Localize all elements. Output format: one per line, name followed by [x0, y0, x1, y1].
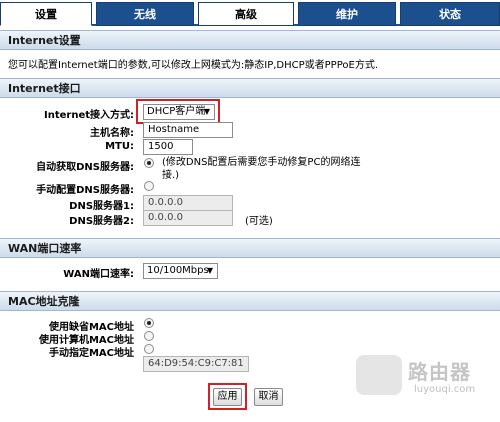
auto-dns-note: (修改DNS配置后需要您手动修复PC的网络连接.): [162, 157, 361, 181]
manual-dns-radio[interactable]: [144, 181, 154, 191]
tab-status[interactable]: 状态: [400, 2, 500, 26]
default-mac-radio[interactable]: [144, 318, 154, 328]
wan-speed-value: 10/100Mbps: [147, 265, 209, 276]
manual-mac-radio[interactable]: [144, 344, 154, 354]
manual-mac-input[interactable]: 64:D9:54:C9:C7:81: [143, 356, 249, 372]
chevron-down-icon: ▼: [206, 266, 213, 275]
mtu-label: MTU:: [105, 141, 134, 152]
internet-port-header: Internet接口: [0, 78, 500, 98]
dns1-input[interactable]: 0.0.0.0: [143, 195, 233, 211]
dns1-label: DNS服务器1:: [69, 201, 134, 212]
dns2-label: DNS服务器2:: [69, 216, 134, 227]
mac-clone-header: MAC地址克隆: [0, 291, 500, 311]
dns2-input[interactable]: 0.0.0.0: [143, 210, 233, 226]
apply-button[interactable]: 应用: [213, 388, 242, 406]
watermark-text: 路由器: [408, 360, 471, 384]
auto-dns-label: 自动获取DNS服务器:: [36, 162, 134, 173]
wan-speed-select[interactable]: 10/100Mbps ▼: [143, 263, 218, 279]
tab-wireless[interactable]: 无线: [96, 2, 194, 26]
computer-mac-radio[interactable]: [144, 331, 154, 341]
hostname-input[interactable]: Hostname: [143, 122, 233, 138]
mtu-input[interactable]: 1500: [143, 139, 193, 155]
router-logo-icon: [356, 355, 402, 395]
internet-settings-description: 您可以配置Internet端口的参数,可以修改上网模式为:静态IP,DHCP或者…: [8, 60, 378, 71]
manual-dns-label: 手动配置DNS服务器:: [36, 185, 134, 196]
wan-speed-header: WAN端口速率: [0, 238, 500, 258]
tab-advanced[interactable]: 高级: [198, 2, 294, 26]
internet-settings-header: Internet设置: [0, 30, 500, 50]
auto-dns-radio[interactable]: [144, 158, 154, 168]
tab-maintenance[interactable]: 维护: [298, 2, 396, 26]
tab-settings[interactable]: 设置: [0, 2, 92, 26]
wan-speed-label: WAN端口速率:: [63, 269, 134, 280]
manual-mac-label: 手动指定MAC地址: [48, 348, 134, 359]
dns2-optional-note: (可选): [245, 216, 273, 227]
hostname-label: 主机名称:: [90, 128, 134, 139]
top-tab-bar: 设置 无线 高级 维护 状态: [0, 0, 500, 26]
watermark-subtext: luyouqi.com: [414, 384, 476, 395]
access-mode-label: Internet接入方式:: [43, 110, 134, 121]
access-mode-highlight: [136, 99, 220, 124]
cancel-button[interactable]: 取消: [254, 388, 283, 406]
